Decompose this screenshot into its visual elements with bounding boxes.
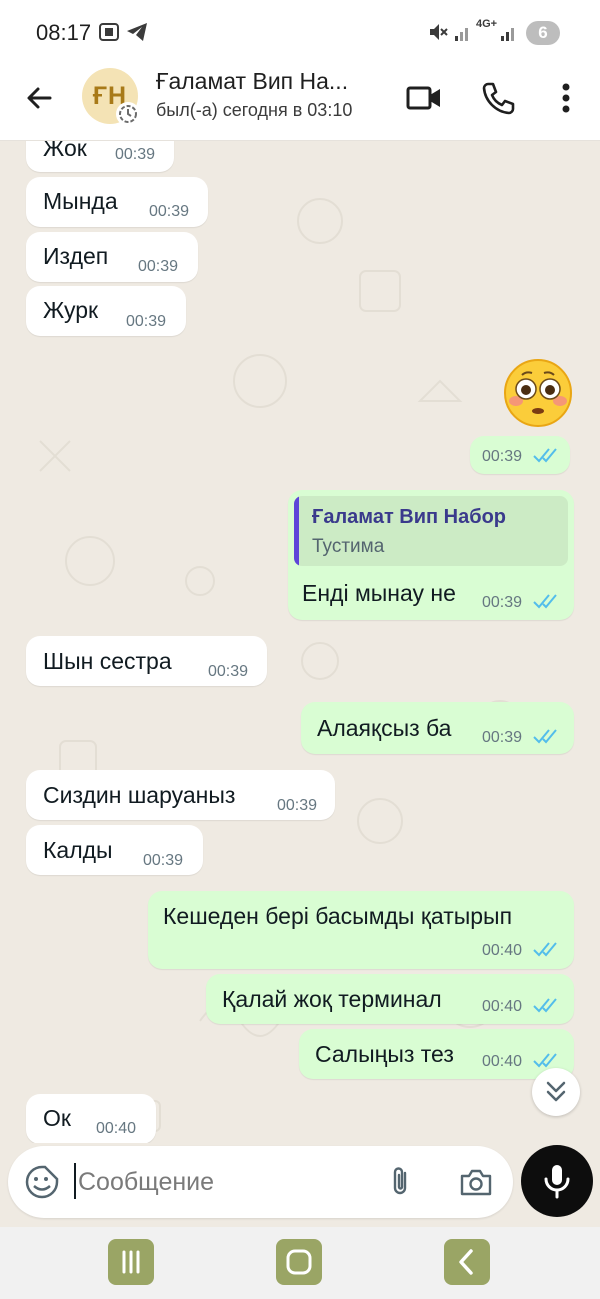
message-text: Журк	[43, 297, 99, 323]
status-bar: 08:17 4G+ 6	[0, 0, 600, 64]
message-composer	[8, 1146, 513, 1218]
message-time: 00:40	[482, 942, 523, 959]
message-bubble-outgoing[interactable]: 00:39	[470, 436, 570, 474]
more-vert-icon	[562, 83, 570, 113]
system-nav-bar	[0, 1227, 600, 1299]
message-time: 00:39	[482, 729, 523, 746]
message-time: 00:39	[126, 313, 167, 330]
message-text: Енді мынау не	[302, 580, 456, 606]
message-text: Издеп	[43, 243, 109, 269]
flushed-face-emoji[interactable]	[502, 357, 574, 429]
notification-badge: 6	[526, 21, 560, 45]
message-time: 00:40	[96, 1120, 137, 1137]
back-button[interactable]	[18, 76, 62, 120]
back-arrow-icon	[27, 87, 52, 109]
chevron-left-icon	[459, 1249, 473, 1275]
quote-accent-bar	[294, 496, 299, 566]
home-button[interactable]	[276, 1239, 322, 1285]
message-time: 00:40	[482, 998, 523, 1015]
message-text: Шын сестра	[43, 648, 172, 674]
quote-author: Ғаламат Вип Набор	[312, 506, 507, 528]
message-bubble-outgoing[interactable]: Қалай жоқ терминал 00:40	[206, 974, 574, 1024]
signal-icon-2	[500, 22, 518, 47]
system-back-button[interactable]	[444, 1239, 490, 1285]
telegram-icon	[126, 22, 148, 47]
message-bubble-incoming[interactable]: Ок 00:40	[26, 1094, 156, 1143]
message-time: 00:39	[482, 594, 523, 611]
mute-icon	[428, 22, 448, 47]
read-ticks-icon	[533, 729, 557, 744]
read-ticks-icon	[533, 448, 557, 463]
recents-icon	[122, 1250, 140, 1274]
message-list[interactable]: Жок 00:39 Мында 00:39 Издеп 00:39 Журк 0…	[0, 141, 600, 1143]
message-bubble-outgoing[interactable]: Ғаламат Вип Набор Тустима Енді мынау не …	[288, 490, 574, 620]
message-time: 00:39	[138, 258, 179, 275]
message-text: Сиздин шаруаныз	[43, 782, 236, 808]
quoted-message[interactable]: Ғаламат Вип Набор Тустима	[294, 496, 568, 566]
read-ticks-icon	[533, 942, 557, 957]
message-bubble-outgoing[interactable]: Кешеден бері басымды қатырып 00:40	[148, 891, 574, 969]
message-time: 00:39	[482, 448, 523, 465]
video-call-icon	[406, 86, 440, 110]
camera-button[interactable]	[458, 1164, 494, 1200]
more-options-button[interactable]	[546, 78, 586, 118]
message-bubble-incoming[interactable]: Сиздин шаруаныз 00:39	[26, 770, 335, 820]
message-bubble-incoming[interactable]: Издеп 00:39	[26, 232, 198, 282]
contact-name[interactable]: Ғаламат Вип На...	[156, 68, 348, 95]
recent-apps-button[interactable]	[108, 1239, 154, 1285]
message-bubble-incoming[interactable]: Журк 00:39	[26, 286, 186, 336]
message-input[interactable]	[78, 1164, 368, 1200]
paperclip-icon	[393, 1167, 407, 1195]
message-text: Қалай жоқ терминал	[222, 986, 442, 1012]
message-bubble-incoming[interactable]: Шын сестра 00:39	[26, 636, 267, 686]
attach-button[interactable]	[382, 1164, 418, 1200]
text-caret	[74, 1163, 76, 1199]
message-time: 00:39	[143, 852, 184, 869]
message-text: Мында	[43, 188, 118, 214]
home-icon	[286, 1249, 312, 1275]
message-bubble-incoming[interactable]: Калды 00:39	[26, 825, 203, 875]
double-chevron-down-icon	[546, 1081, 566, 1102]
message-bubble-incoming[interactable]: Жок 00:39	[26, 141, 174, 172]
sticker-icon	[25, 1165, 59, 1199]
phone-icon	[482, 82, 515, 115]
read-ticks-icon	[533, 1053, 557, 1068]
network-type: 4G+	[476, 18, 498, 30]
video-call-button[interactable]	[404, 78, 444, 118]
signal-icon	[454, 22, 472, 47]
scroll-to-bottom-button[interactable]	[532, 1068, 580, 1116]
message-text: Ок	[43, 1105, 71, 1131]
sticker-button[interactable]	[24, 1164, 60, 1200]
camera-icon	[460, 1169, 492, 1196]
message-time: 00:39	[277, 797, 318, 814]
message-bubble-incoming[interactable]: Мында 00:39	[26, 177, 208, 227]
read-ticks-icon	[533, 998, 557, 1013]
message-time: 00:40	[482, 1053, 523, 1070]
message-time: 00:39	[208, 663, 249, 680]
message-text: Жок	[43, 141, 87, 161]
message-text: Кешеден бері басымды қатырып	[163, 903, 513, 929]
chat-header: ҒН Ғаламат Вип На... был(-а) сегодня в 0…	[0, 64, 600, 141]
read-ticks-icon	[533, 594, 557, 609]
quote-text: Тустима	[312, 536, 385, 557]
last-seen-status: был(-а) сегодня в 03:10	[156, 100, 353, 120]
status-time: 08:17	[36, 20, 92, 45]
voice-call-button[interactable]	[478, 78, 518, 118]
avatar-status-icon	[116, 102, 140, 126]
message-time: 00:39	[115, 146, 156, 163]
message-text: Калды	[43, 837, 113, 863]
message-time: 00:39	[149, 203, 190, 220]
message-text: Алаяқсыз ба	[317, 715, 452, 741]
message-bubble-outgoing[interactable]: Алаяқсыз ба 00:39	[301, 702, 574, 754]
screenshot-icon	[98, 22, 120, 47]
voice-message-button[interactable]	[521, 1145, 593, 1217]
microphone-icon	[544, 1165, 570, 1199]
message-text: Салыңыз тез	[315, 1041, 454, 1067]
